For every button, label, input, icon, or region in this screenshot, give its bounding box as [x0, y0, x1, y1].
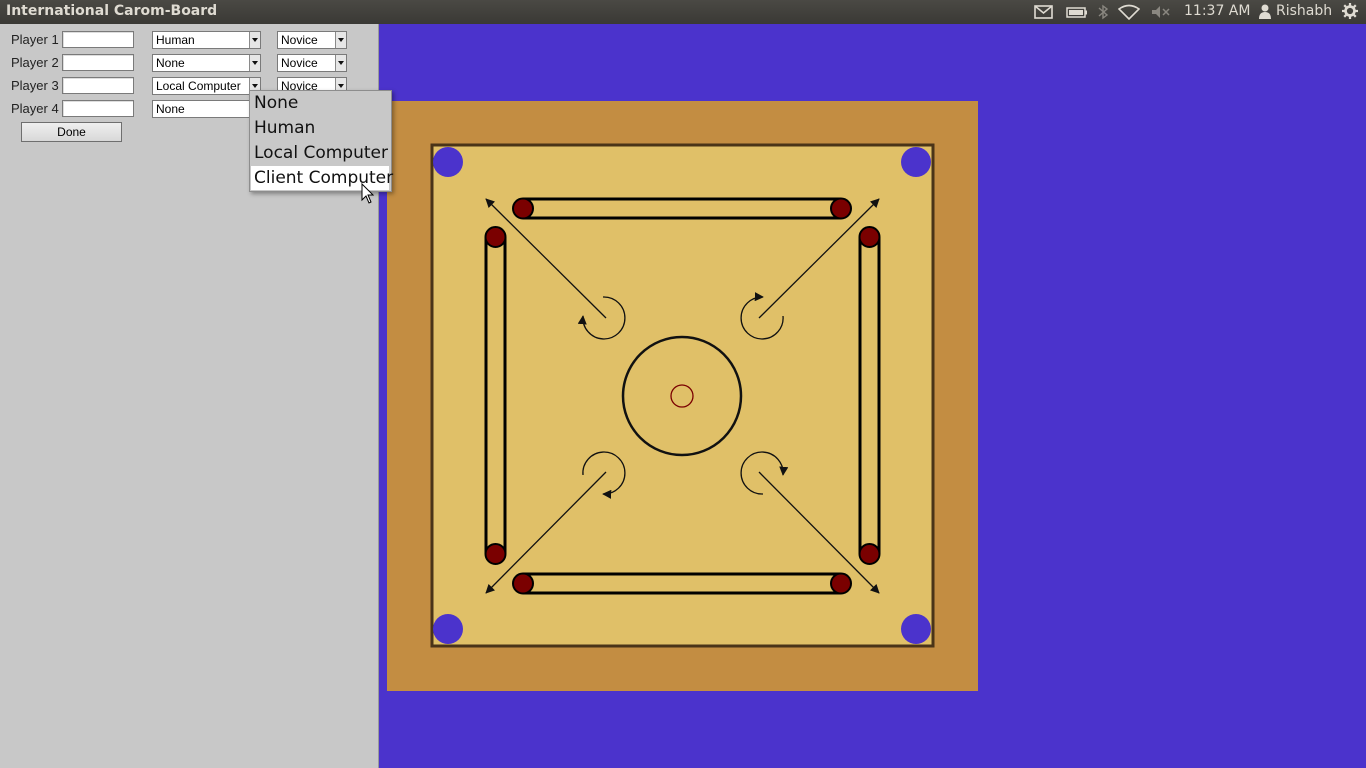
gear-icon[interactable] — [1341, 3, 1359, 19]
player-2-type-select[interactable]: None — [152, 54, 261, 72]
player-3-label: Player 3 — [11, 78, 59, 93]
player-1-type-select[interactable]: Human — [152, 31, 261, 49]
player-2-label: Player 2 — [11, 55, 59, 70]
pocket-bottom-right — [901, 614, 931, 644]
player-4-type-select[interactable]: None — [152, 100, 261, 118]
pocket-top-right — [901, 147, 931, 177]
player-3-type-select[interactable]: Local Computer — [152, 77, 261, 95]
mouse-cursor-icon — [361, 183, 375, 204]
carrom-board-canvas[interactable] — [379, 24, 1366, 768]
option-none[interactable]: None — [251, 91, 389, 115]
user-name: Rishabh — [1276, 3, 1333, 19]
option-local-computer[interactable]: Local Computer — [251, 141, 389, 165]
player-1-name-input[interactable] — [62, 31, 134, 48]
mail-icon[interactable] — [1034, 4, 1053, 20]
player-2-level-select[interactable]: Novice — [277, 54, 347, 72]
player-4-name-input[interactable] — [62, 100, 134, 117]
bluetooth-icon[interactable] — [1097, 4, 1109, 20]
user-icon — [1259, 4, 1271, 19]
battery-icon[interactable] — [1066, 4, 1088, 20]
pocket-top-left — [433, 147, 463, 177]
done-button[interactable]: Done — [21, 122, 122, 142]
pocket-bottom-left — [433, 614, 463, 644]
player-1-level-select[interactable]: Novice — [277, 31, 347, 49]
option-human[interactable]: Human — [251, 116, 389, 140]
chevron-down-icon[interactable] — [249, 32, 260, 48]
volume-muted-icon[interactable] — [1150, 4, 1172, 20]
player-type-dropdown: None Human Local Computer Client Compute… — [249, 90, 393, 192]
wifi-icon[interactable] — [1118, 4, 1140, 20]
chevron-down-icon[interactable] — [249, 55, 260, 71]
player-2-name-input[interactable] — [62, 54, 134, 71]
clock[interactable]: 11:37 AM — [1184, 3, 1250, 19]
top-panel: International Carom-Board 11:37 AM Risha… — [0, 0, 1366, 24]
window-title: International Carom-Board — [6, 3, 218, 19]
player-4-label: Player 4 — [11, 101, 59, 116]
chevron-down-icon[interactable] — [335, 32, 346, 48]
player-1-label: Player 1 — [11, 32, 59, 47]
chevron-down-icon[interactable] — [335, 55, 346, 71]
player-3-name-input[interactable] — [62, 77, 134, 94]
